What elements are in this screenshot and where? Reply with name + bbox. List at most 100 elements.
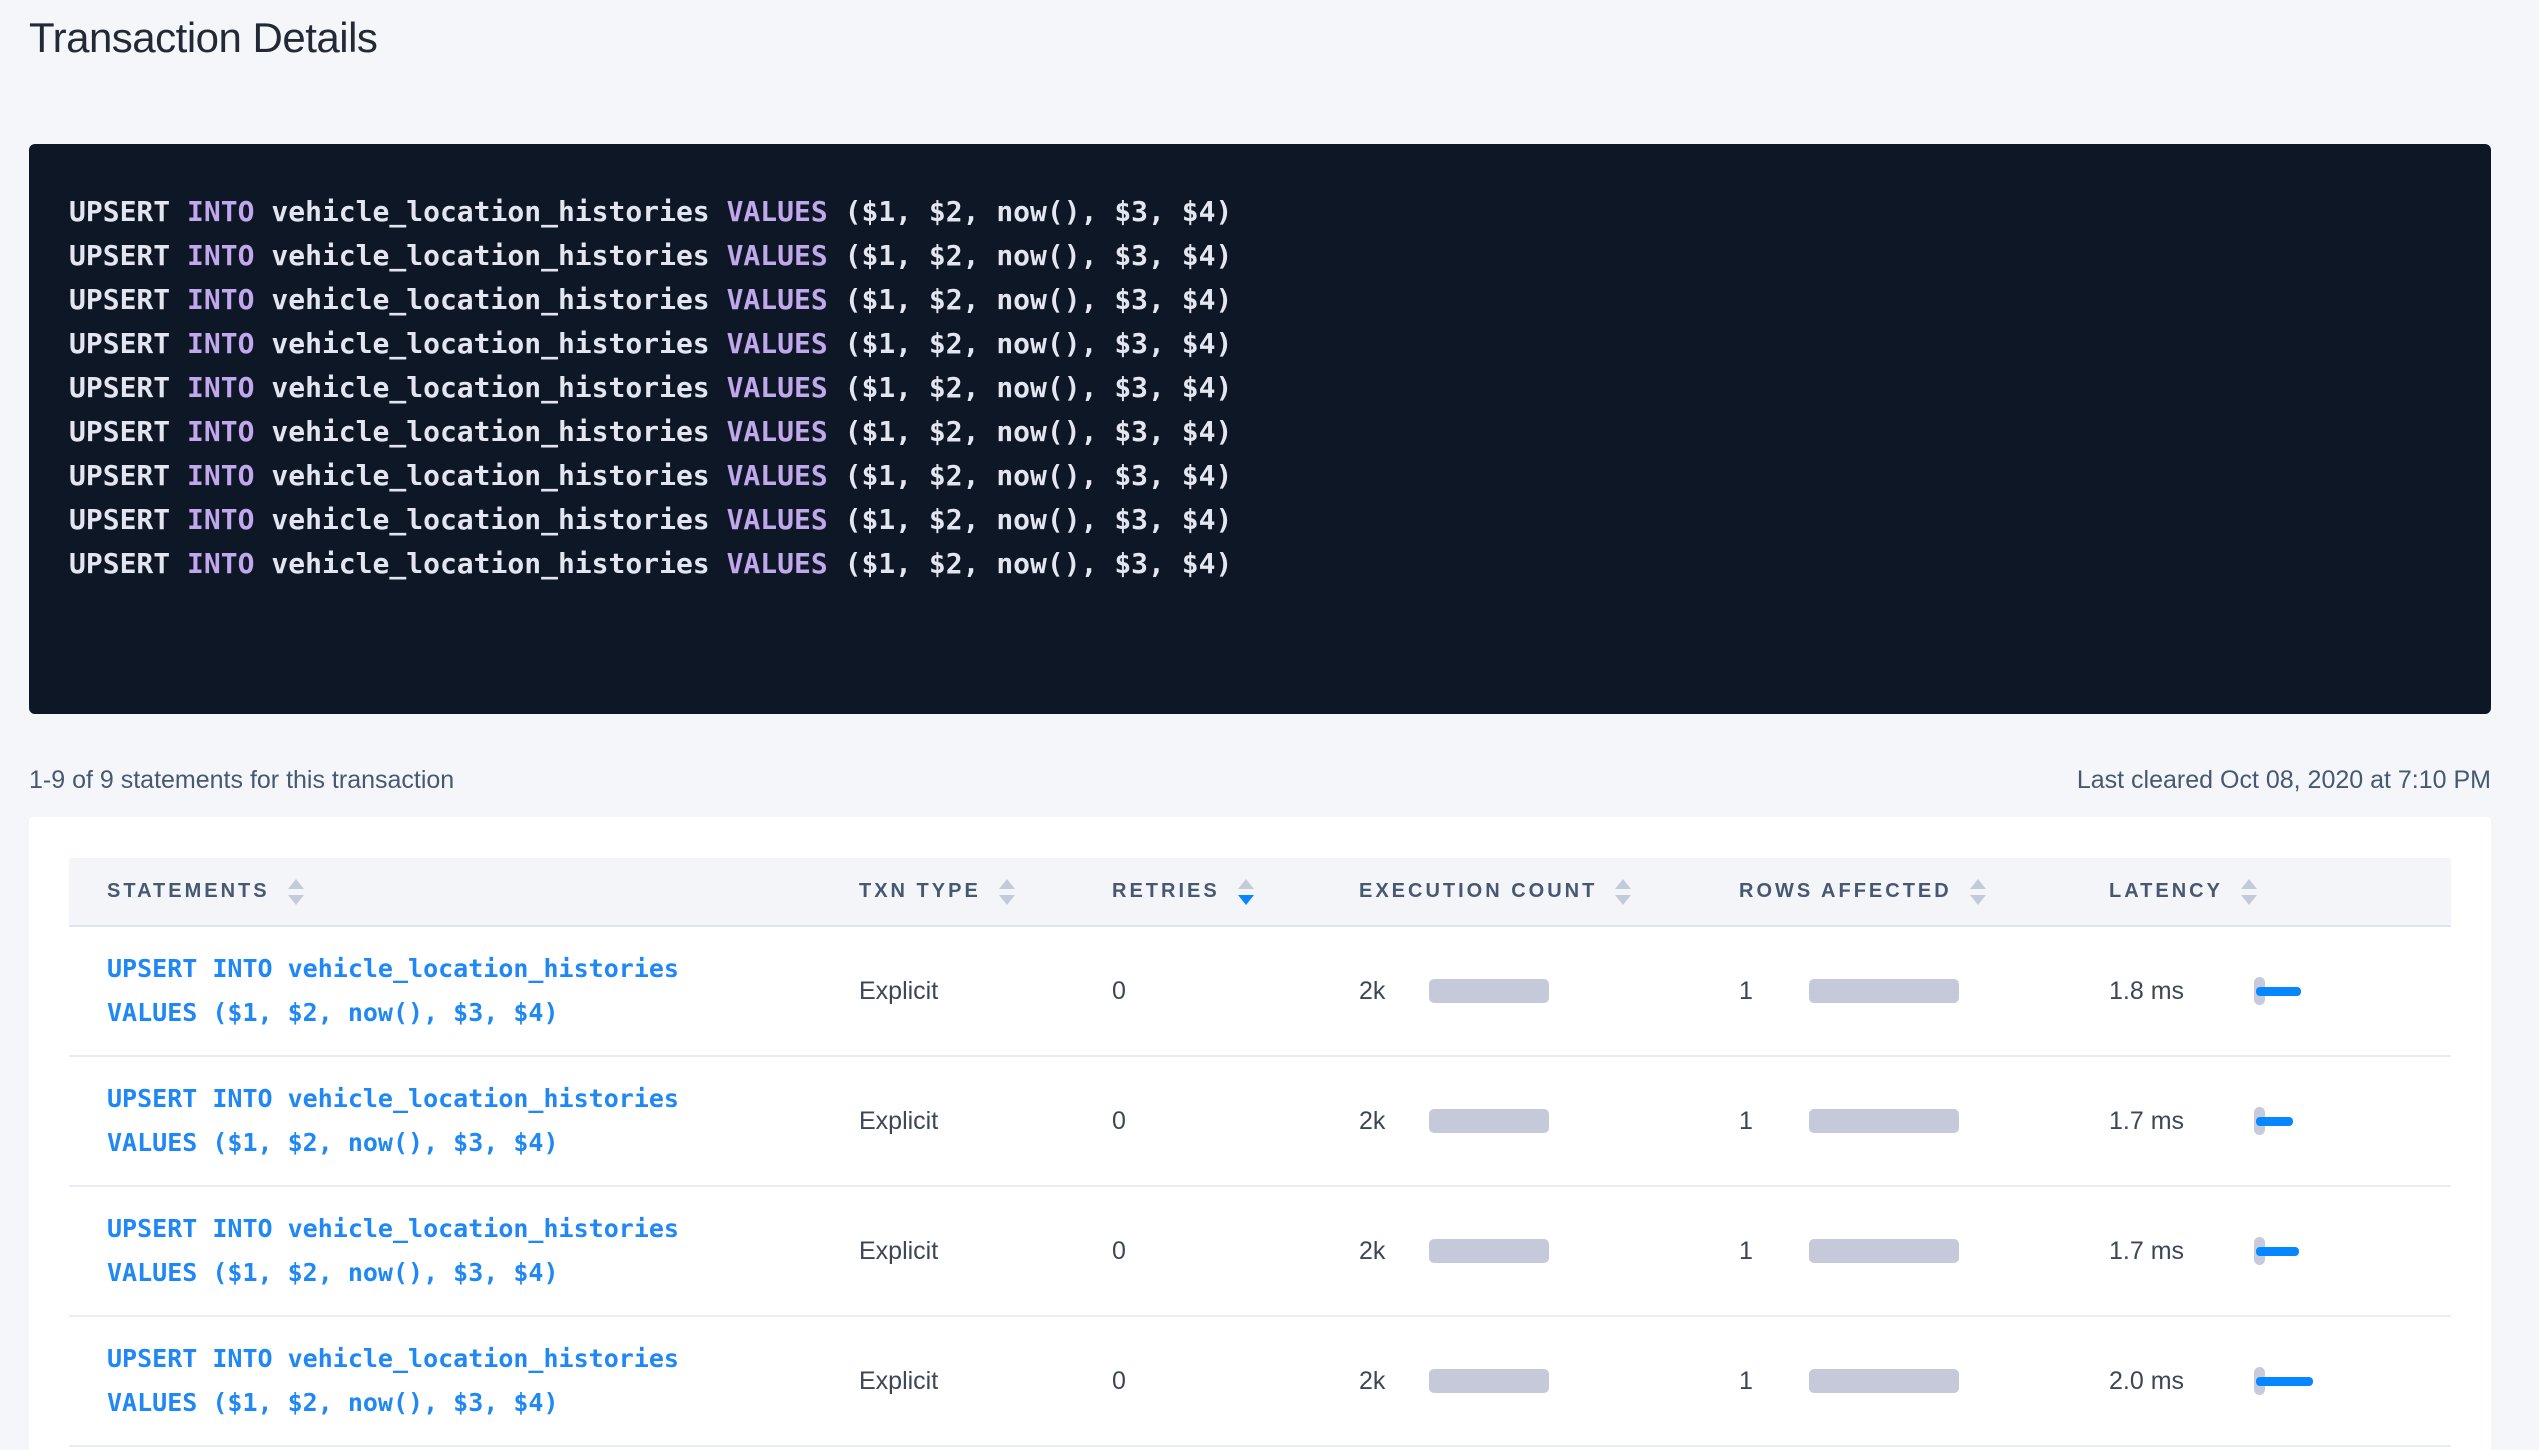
table-header-row: STATEMENTS TXN TYPE RETRIES EXECUTION CO… [69,858,2451,927]
sort-arrows-icon[interactable] [999,879,1015,905]
retries-cell: 0 [1112,1107,1359,1136]
rows-affected-value: 1 [1739,1367,1809,1396]
statement-link-line1: UPSERT INTO vehicle_location_histories [107,954,679,983]
rows-affected-cell: 1 [1739,1107,2109,1136]
rows-affected-value: 1 [1739,1237,1809,1266]
rows-affected-cell: 1 [1739,1367,2109,1396]
sql-statement-line: UPSERTINTOvehicle_location_historiesVALU… [69,278,2451,322]
sql-keyword-upsert: UPSERT [69,234,170,278]
statement-link-line2: VALUES ($1, $2, now(), $3, $4) [107,1258,559,1287]
statement-link[interactable]: UPSERT INTO vehicle_location_historiesVA… [107,1337,859,1425]
column-header-execution-count[interactable]: EXECUTION COUNT [1359,879,1739,905]
sql-keyword-values: VALUES [727,234,828,278]
statement-link[interactable]: UPSERT INTO vehicle_location_historiesVA… [107,1077,859,1165]
sql-statement-line: UPSERTINTOvehicle_location_historiesVALU… [69,366,2451,410]
sql-args: ($1, $2, now(), $3, $4) [845,410,1233,454]
page-title: Transaction Details [29,0,2491,62]
sql-keyword-into: INTO [187,542,254,586]
latency-value: 1.7 ms [2109,1107,2254,1136]
sql-table-name: vehicle_location_histories [271,234,709,278]
column-header-statements[interactable]: STATEMENTS [69,879,859,905]
rows-affected-bar [1809,1369,1959,1393]
sql-args: ($1, $2, now(), $3, $4) [845,542,1233,586]
column-header-label: EXECUTION COUNT [1359,880,1597,903]
sql-args: ($1, $2, now(), $3, $4) [845,278,1233,322]
sort-arrows-icon[interactable] [1615,879,1631,905]
sql-keyword-values: VALUES [727,366,828,410]
sql-keyword-upsert: UPSERT [69,410,170,454]
latency-cell: 1.8 ms [2109,977,2450,1006]
sql-args: ($1, $2, now(), $3, $4) [845,190,1233,234]
statement-link[interactable]: UPSERT INTO vehicle_location_histories VA… [107,947,859,1035]
column-header-latency[interactable]: LATENCY [2109,879,2450,905]
statement-link-line2: VALUES ($1, $2, now(), $3, $4) [107,1388,559,1417]
sql-keyword-values: VALUES [727,190,828,234]
statement-link-line2: VALUES ($1, $2, now(), $3, $4) [107,998,559,1027]
table-row: UPSERT INTO vehicle_location_historiesVA… [69,1187,2451,1317]
sql-args: ($1, $2, now(), $3, $4) [845,498,1233,542]
table-row: UPSERT INTO vehicle_location_historiesVA… [69,1057,2451,1187]
sql-table-name: vehicle_location_histories [271,498,709,542]
table-row: UPSERT INTO vehicle_location_historiesVA… [69,1317,2451,1447]
column-header-retries[interactable]: RETRIES [1112,879,1359,905]
latency-bar [2256,1117,2293,1126]
statement-link[interactable]: UPSERT INTO vehicle_location_historiesVA… [107,1207,859,1295]
sql-keyword-into: INTO [187,278,254,322]
sort-arrows-icon[interactable] [1238,879,1254,905]
sql-keyword-values: VALUES [727,454,828,498]
retries-cell: 0 [1112,1367,1359,1396]
latency-bar [2256,987,2301,996]
latency-bar-chart [2254,1107,2334,1135]
execution-count-value: 2k [1359,1237,1429,1266]
sql-keyword-into: INTO [187,410,254,454]
execution-count-bar [1429,1109,1549,1133]
rows-affected-cell: 1 [1739,1237,2109,1266]
sql-keyword-upsert: UPSERT [69,366,170,410]
rows-affected-value: 1 [1739,1107,1809,1136]
rows-affected-value: 1 [1739,977,1809,1006]
last-cleared-text: Last cleared Oct 08, 2020 at 7:10 PM [2077,766,2491,795]
sql-keyword-upsert: UPSERT [69,542,170,586]
statement-cell: UPSERT INTO vehicle_location_historiesVA… [69,1077,859,1165]
sql-keyword-into: INTO [187,498,254,542]
sort-arrows-icon[interactable] [288,879,304,905]
transaction-details-page: Transaction Details UPSERT INTO vehicle_lo… [29,0,2491,1450]
latency-cell: 2.0 ms [2109,1367,2450,1396]
sql-table-name: vehicle_location_histories [271,190,709,234]
sql-table-name: vehicle_location_histories [271,278,709,322]
sql-statement-line: UPSERT INTO vehicle_location_histories VALU… [69,234,2451,278]
sql-statement-line: UPSERTINTOvehicle_location_historiesVALU… [69,454,2451,498]
sql-keyword-into: INTO [187,234,254,278]
latency-bar [2256,1247,2299,1256]
sql-statement-line: UPSERTINTOvehicle_location_historiesVALU… [69,542,2451,586]
sort-arrows-icon[interactable] [1970,879,1986,905]
retries-cell: 0 [1112,977,1359,1006]
retries-cell: 0 [1112,1237,1359,1266]
rows-affected-cell: 1 [1739,977,2109,1006]
sql-table-name: vehicle_location_histories [271,454,709,498]
latency-bar-chart [2254,1237,2334,1265]
latency-value: 1.7 ms [2109,1237,2254,1266]
txn-type-cell: Explicit [859,977,1112,1006]
sql-args: ($1, $2, now(), $3, $4) [845,234,1233,278]
execution-count-bar [1429,1239,1549,1263]
txn-type-cell: Explicit [859,1107,1112,1136]
sort-arrows-icon[interactable] [2241,879,2257,905]
execution-count-cell: 2k [1359,977,1739,1006]
latency-cell: 1.7 ms [2109,1237,2450,1266]
column-header-label: ROWS AFFECTED [1739,880,1952,903]
execution-count-value: 2k [1359,977,1429,1006]
sql-keyword-upsert: UPSERT [69,190,170,234]
sql-keyword-upsert: UPSERT [69,278,170,322]
sql-args: ($1, $2, now(), $3, $4) [845,454,1233,498]
sql-statement-line: UPSERTINTOvehicle_location_historiesVALU… [69,498,2451,542]
column-header-rows-affected[interactable]: ROWS AFFECTED [1739,879,2109,905]
statement-link-line2: VALUES ($1, $2, now(), $3, $4) [107,1128,559,1157]
execution-count-bar [1429,1369,1549,1393]
latency-bar-chart [2254,977,2334,1005]
sql-keyword-upsert: UPSERT [69,322,170,366]
sql-args: ($1, $2, now(), $3, $4) [845,366,1233,410]
column-header-txn-type[interactable]: TXN TYPE [859,879,1112,905]
sql-keyword-into: INTO [187,190,254,234]
sql-table-name: vehicle_location_histories [271,410,709,454]
